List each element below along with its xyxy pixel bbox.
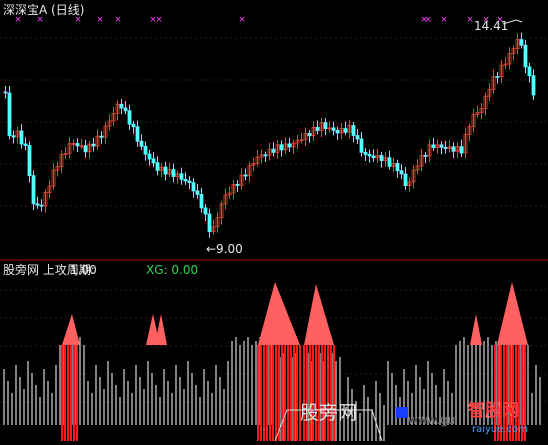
- watermark-left: 股旁网: [300, 402, 358, 424]
- candle-body: [387, 157, 392, 167]
- candle-body: [523, 44, 528, 68]
- price-grid: [0, 37, 548, 207]
- watermark-blue-square: [396, 407, 408, 418]
- candle-body: [263, 154, 268, 157]
- candle-body: [127, 110, 132, 125]
- candle-body: [179, 173, 184, 180]
- candle-body: [99, 135, 104, 138]
- candle-body: [363, 151, 368, 155]
- indicator-bars: [3, 337, 541, 441]
- candle-body: [19, 130, 24, 145]
- candle-body: [527, 66, 532, 77]
- candle-body: [163, 166, 168, 175]
- candle-body: [315, 126, 320, 131]
- candle-body: [135, 126, 140, 142]
- watermark-url: raiyue.com: [472, 424, 528, 435]
- candle-body: [131, 123, 136, 128]
- candle-body: [143, 145, 148, 155]
- candle-body: [335, 129, 340, 134]
- chart-stage: × × × × × ×× × ×× × × × ×: [0, 15, 548, 442]
- candle-body: [27, 145, 32, 177]
- indicator-peak: [258, 282, 300, 345]
- indicator-peak: [304, 284, 334, 345]
- indicator-peak: [470, 314, 482, 345]
- candle-body: [519, 39, 524, 46]
- xg-markers: × × × × × ×× × ×× × × × ×: [14, 15, 504, 25]
- candle-body: [3, 91, 8, 94]
- xg-marker: ×: [238, 15, 246, 25]
- candle-body: [351, 125, 356, 136]
- candle-body: [423, 155, 428, 157]
- candle-body: [91, 143, 96, 147]
- candle-body: [35, 203, 40, 206]
- watermark-logo: 智股网: [468, 401, 519, 421]
- candle-body: [39, 204, 44, 207]
- candle-body: [147, 153, 152, 160]
- indicator-peak: [155, 314, 167, 345]
- candle-body: [203, 207, 208, 215]
- candle-body: [439, 144, 444, 148]
- candle-body: [191, 182, 196, 192]
- candle-body: [431, 144, 436, 148]
- candle-body: [323, 122, 328, 129]
- candle-body: [279, 144, 284, 151]
- xg-marker: ×: [155, 15, 163, 25]
- xg-value: XG: 0.00: [146, 263, 199, 277]
- high-price-label: 14.41: [474, 19, 509, 33]
- candlesticks: [3, 32, 536, 238]
- candle-body: [235, 184, 240, 186]
- candle-body: [367, 153, 372, 157]
- candle-body: [139, 140, 144, 147]
- candle-body: [207, 213, 212, 233]
- candle-body: [355, 135, 360, 140]
- candle-body: [495, 76, 500, 78]
- candle-body: [171, 169, 176, 177]
- candle-body: [243, 174, 248, 177]
- candle-body: [183, 178, 188, 182]
- candle-body: [451, 146, 456, 152]
- watermark-middle: www.gu: [408, 413, 456, 427]
- candle-body: [287, 143, 292, 148]
- candle-body: [75, 143, 80, 147]
- candle-body: [187, 180, 192, 184]
- xg-marker: ×: [440, 15, 448, 25]
- candle-body: [459, 146, 464, 154]
- candle-body: [123, 107, 128, 112]
- candle-body: [11, 135, 16, 138]
- candle-body: [155, 162, 160, 171]
- candle-body: [531, 75, 536, 96]
- xg-marker: ×: [424, 15, 432, 25]
- low-price-label: ←9.00: [206, 242, 243, 256]
- indicator-value: 1.00: [70, 263, 97, 277]
- candle-body: [395, 162, 400, 172]
- candle-body: [199, 194, 204, 209]
- candle-body: [151, 158, 156, 164]
- candle-body: [403, 173, 408, 186]
- candle-body: [331, 127, 336, 131]
- xg-marker: ×: [96, 15, 104, 25]
- candle-body: [31, 175, 36, 205]
- candle-body: [343, 128, 348, 133]
- candle-body: [443, 146, 448, 149]
- candle-body: [371, 155, 376, 159]
- chart-title: 深深宝A (日线): [3, 3, 85, 17]
- indicator-peaks: [62, 282, 528, 345]
- indicator-peak: [62, 314, 80, 345]
- candle-body: [399, 170, 404, 175]
- xg-marker: ×: [466, 15, 474, 25]
- candle-body: [23, 143, 28, 146]
- candle-body: [195, 190, 200, 195]
- candle-body: [83, 145, 88, 153]
- candle-body: [119, 103, 124, 109]
- indicator-peak: [497, 282, 528, 345]
- candle-body: [307, 133, 312, 137]
- candle-body: [359, 138, 364, 153]
- xg-marker: ×: [114, 15, 122, 25]
- candle-body: [379, 155, 384, 161]
- candle-body: [7, 92, 12, 137]
- candle-body: [271, 148, 276, 153]
